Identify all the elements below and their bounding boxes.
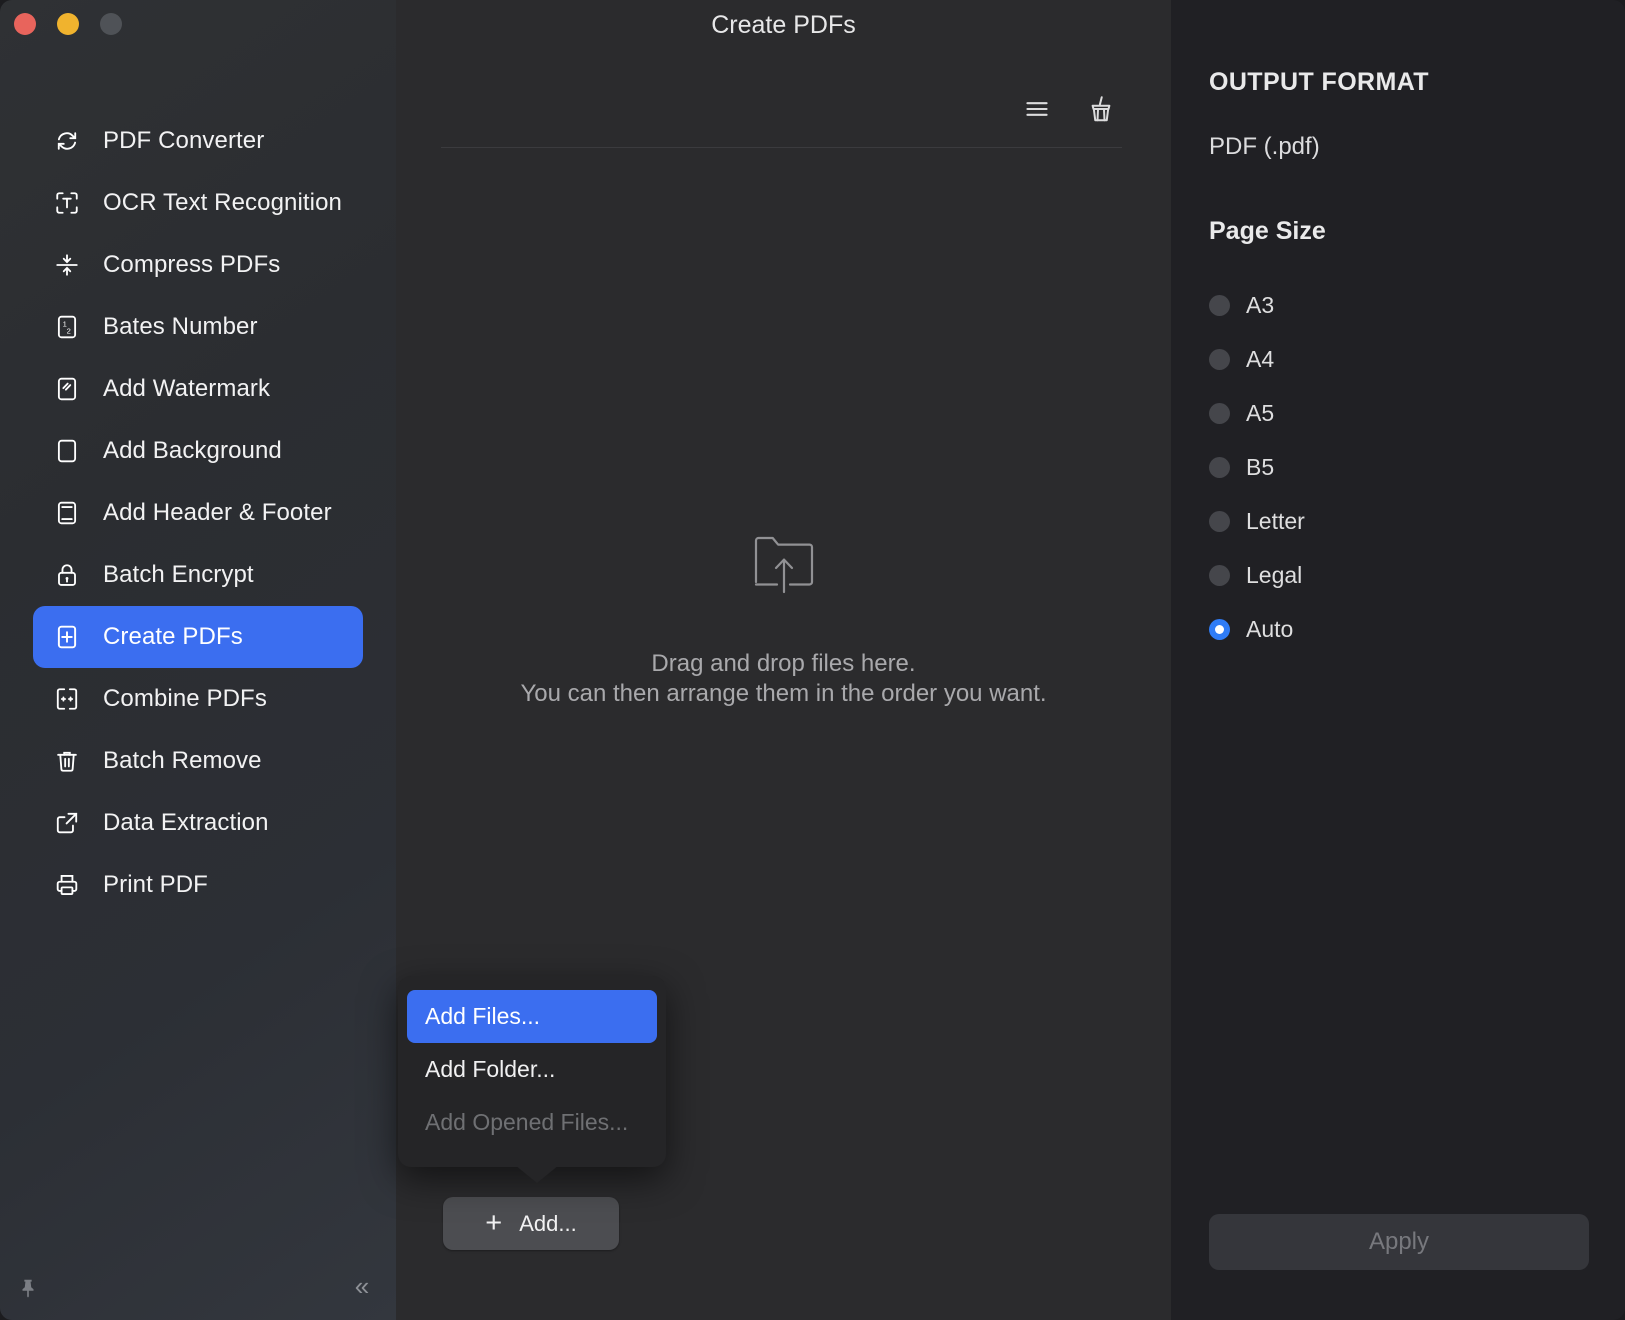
header-footer-icon [53,499,81,527]
sidebar-item-compress-pdfs[interactable]: Compress PDFs [33,234,363,296]
sidebar-item-label: Add Header & Footer [103,499,332,527]
radio-label: B5 [1246,454,1274,481]
sidebar-item-label: Combine PDFs [103,685,267,713]
page-size-option-b5[interactable]: B5 [1209,440,1625,494]
sidebar-item-label: Add Background [103,437,282,465]
radio-label: A4 [1246,346,1274,373]
minimize-button[interactable] [57,13,79,35]
folder-upload-icon [748,530,820,601]
page-size-option-letter[interactable]: Letter [1209,494,1625,548]
radio-label: Legal [1246,562,1302,589]
sidebar-item-add-background[interactable]: Add Background [33,420,363,482]
close-button[interactable] [14,13,36,35]
app-window: PDF Converter OCR Text Recognition [0,0,1625,1320]
add-context-menu: Add Files... Add Folder... Add Opened Fi… [398,976,666,1167]
apply-button[interactable]: Apply [1209,1214,1589,1270]
sidebar-item-add-watermark[interactable]: Add Watermark [33,358,363,420]
zoom-button[interactable] [100,13,122,35]
dropzone-line-2: You can then arrange them in the order y… [520,679,1046,709]
dropzone[interactable]: Drag and drop files here. You can then a… [396,530,1171,709]
sidebar-item-create-pdfs[interactable]: Create PDFs [33,606,363,668]
sidebar-item-add-header-footer[interactable]: Add Header & Footer [33,482,363,544]
sidebar-item-label: PDF Converter [103,127,264,155]
page-size-option-a4[interactable]: A4 [1209,332,1625,386]
sidebar-item-batch-remove[interactable]: Batch Remove [33,730,363,792]
page-size-radio-group: A3 A4 A5 B5 Letter [1209,278,1625,656]
menu-tail [515,1165,559,1183]
sidebar-item-label: Batch Remove [103,747,262,775]
sidebar: PDF Converter OCR Text Recognition [0,0,396,1320]
sidebar-item-label: Bates Number [103,313,258,341]
radio-icon[interactable] [1209,457,1230,478]
add-button-label: Add... [519,1211,576,1237]
apply-button-label: Apply [1369,1228,1429,1256]
menu-item-label: Add Opened Files... [425,1109,628,1136]
radio-label: Auto [1246,616,1293,643]
bates-number-icon: 1 2 [53,313,81,341]
radio-icon[interactable] [1209,565,1230,586]
sidebar-item-label: Data Extraction [103,809,269,837]
sidebar-item-label: Create PDFs [103,623,243,651]
sidebar-item-data-extraction[interactable]: Data Extraction [33,792,363,854]
pin-icon[interactable] [17,1276,39,1300]
page-size-title: Page Size [1209,217,1625,246]
sidebar-item-label: Batch Encrypt [103,561,254,589]
lock-icon [53,561,81,589]
main-toolbar [1020,92,1118,126]
sidebar-nav: PDF Converter OCR Text Recognition [0,110,396,916]
broom-clear-icon[interactable] [1084,92,1118,126]
refresh-icon [53,127,81,155]
svg-text:2: 2 [67,327,71,336]
page-size-option-a3[interactable]: A3 [1209,278,1625,332]
dropzone-line-1: Drag and drop files here. [651,649,915,679]
combine-icon [53,685,81,713]
ocr-text-icon [53,189,81,217]
sidebar-item-label: Print PDF [103,871,208,899]
sidebar-footer: « [0,1246,396,1320]
sidebar-item-pdf-converter[interactable]: PDF Converter [33,110,363,172]
menu-item-label: Add Folder... [425,1056,555,1083]
sidebar-item-bates-number[interactable]: 1 2 Bates Number [33,296,363,358]
plus-icon: + [485,1209,502,1238]
trash-icon [53,747,81,775]
radio-icon[interactable] [1209,619,1230,640]
page-size-option-auto[interactable]: Auto [1209,602,1625,656]
menu-item-add-files[interactable]: Add Files... [407,990,657,1043]
page-size-option-a5[interactable]: A5 [1209,386,1625,440]
radio-label: A3 [1246,292,1274,319]
menu-item-add-opened-files: Add Opened Files... [407,1096,657,1149]
radio-icon[interactable] [1209,295,1230,316]
watermark-icon [53,375,81,403]
add-button[interactable]: + Add... [443,1197,619,1250]
sidebar-item-label: Compress PDFs [103,251,280,279]
sidebar-item-batch-encrypt[interactable]: Batch Encrypt [33,544,363,606]
options-panel: OUTPUT FORMAT PDF (.pdf) Page Size A3 A4… [1171,0,1625,1320]
toolbar-divider [441,147,1122,148]
printer-icon [53,871,81,899]
page-title: Create PDFs [396,11,1171,40]
page-size-option-legal[interactable]: Legal [1209,548,1625,602]
output-format-title: OUTPUT FORMAT [1209,68,1625,97]
background-icon [53,437,81,465]
radio-icon[interactable] [1209,349,1230,370]
radio-label: Letter [1246,508,1305,535]
menu-item-label: Add Files... [425,1003,540,1030]
list-view-icon[interactable] [1020,92,1054,126]
radio-label: A5 [1246,400,1274,427]
menu-item-add-folder[interactable]: Add Folder... [407,1043,657,1096]
sidebar-item-label: OCR Text Recognition [103,189,342,217]
compress-icon [53,251,81,279]
radio-icon[interactable] [1209,403,1230,424]
sidebar-item-print-pdf[interactable]: Print PDF [33,854,363,916]
export-icon [53,809,81,837]
create-pdf-icon [53,623,81,651]
radio-icon[interactable] [1209,511,1230,532]
sidebar-item-ocr-text-recognition[interactable]: OCR Text Recognition [33,172,363,234]
sidebar-item-combine-pdfs[interactable]: Combine PDFs [33,668,363,730]
window-controls [14,13,122,35]
sidebar-item-label: Add Watermark [103,375,270,403]
output-format-value[interactable]: PDF (.pdf) [1209,133,1625,161]
sidebar-collapse-button[interactable]: « [344,1268,380,1304]
